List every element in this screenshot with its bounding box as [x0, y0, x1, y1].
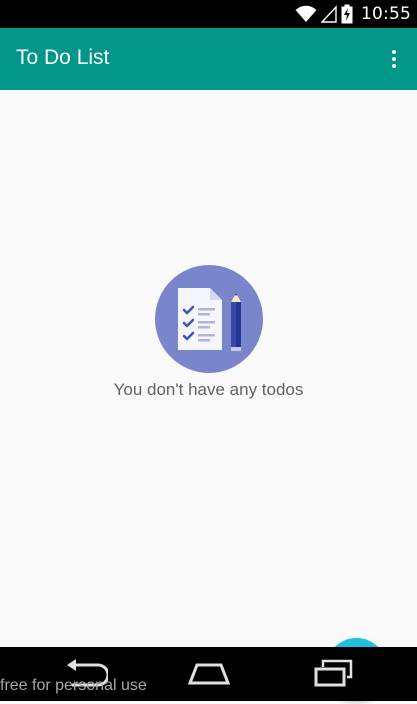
home-icon[interactable]	[186, 657, 232, 689]
more-vert-icon[interactable]	[377, 42, 411, 76]
status-bar: 10:55	[0, 0, 417, 28]
menu-dot	[392, 64, 396, 68]
menu-dot	[392, 50, 396, 54]
signal-icon	[321, 5, 337, 23]
wifi-icon	[295, 5, 317, 22]
watermark-text: free for personal use	[0, 677, 147, 694]
menu-dot	[392, 57, 396, 61]
checklist-pencil-icon	[155, 265, 263, 373]
app-bar: To Do List	[0, 28, 417, 90]
status-icons: 10:55	[295, 0, 411, 28]
todo-list-content: You don't have any todos	[0, 90, 417, 699]
battery-charging-icon	[341, 4, 353, 24]
recents-icon[interactable]	[311, 657, 357, 689]
empty-state-message: You don't have any todos	[113, 380, 304, 399]
status-time: 10:55	[361, 4, 411, 24]
app-title: To Do List	[16, 46, 110, 69]
